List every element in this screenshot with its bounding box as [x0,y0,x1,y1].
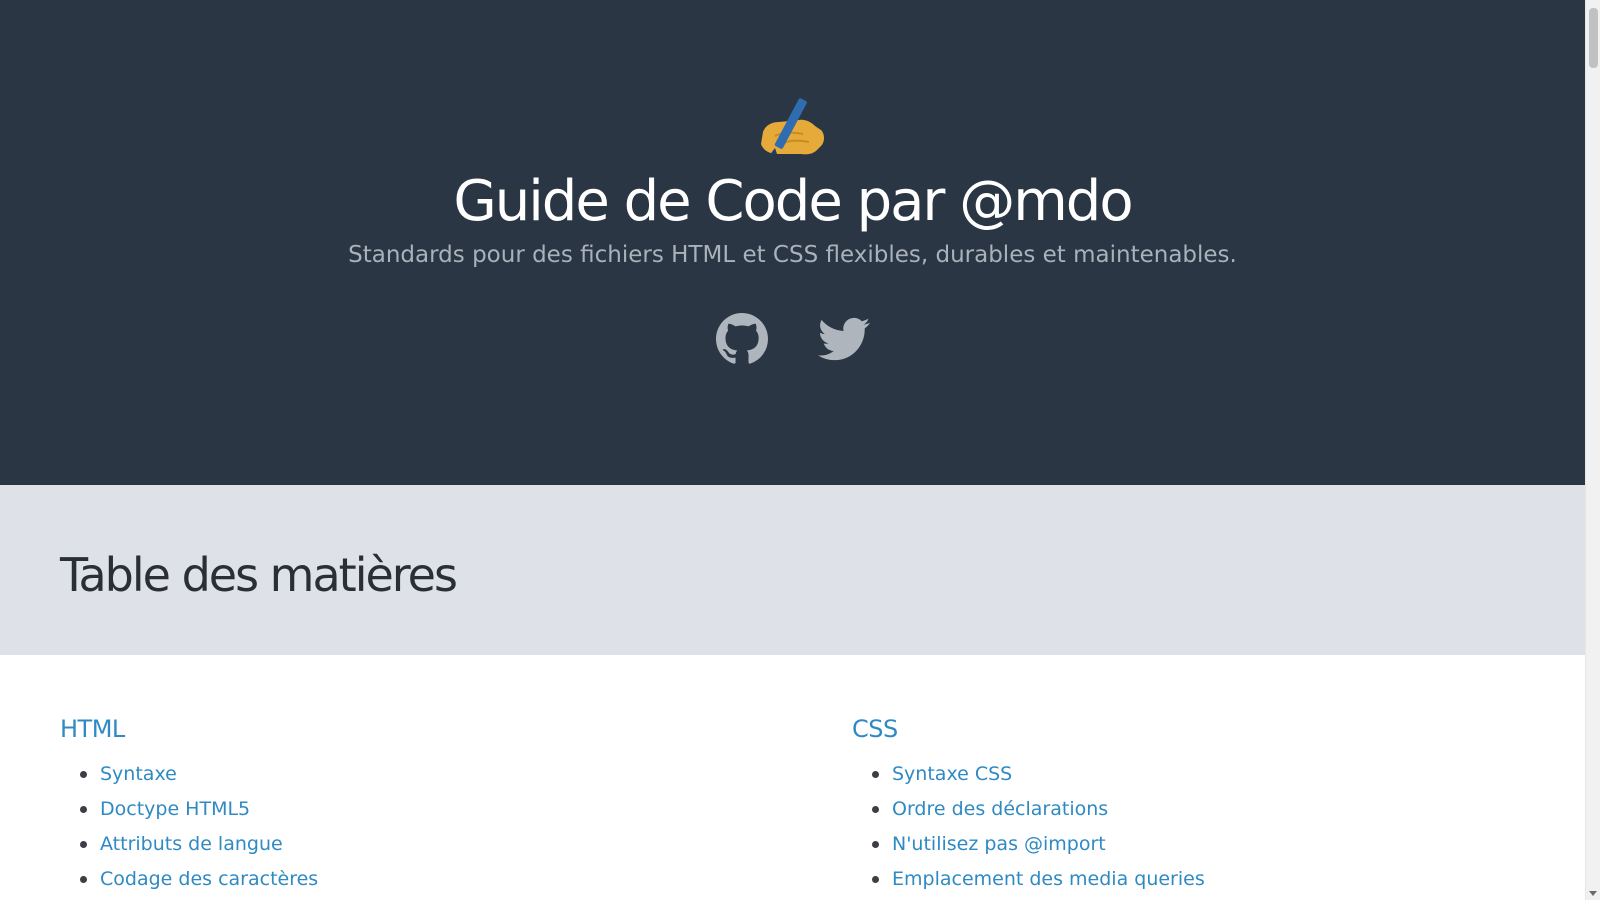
toc-body: HTML Syntaxe Doctype HTML5 Attributs de … [0,655,1585,900]
masthead: Guide de Code par @mdo Standards pour de… [0,0,1585,485]
page: Guide de Code par @mdo Standards pour de… [0,0,1585,900]
list-item: Attributs de langue [80,827,760,862]
writing-hand-icon [755,92,827,160]
list-item: Codage des caractères [80,862,760,897]
toc-title-band: Table des matières [0,485,1585,655]
toc-heading-html[interactable]: HTML [60,713,125,745]
toc-section-css: CSS Syntaxe CSS Ordre des déclarations N… [852,713,1552,897]
scroll-down-arrow-icon[interactable] [1589,891,1597,896]
toc-title: Table des matières [60,548,458,602]
twitter-icon [817,317,870,361]
toc-link[interactable]: Syntaxe [100,763,177,785]
toc-section-html: HTML Syntaxe Doctype HTML5 Attributs de … [60,713,760,897]
list-item: Emplacement des media queries [872,862,1552,897]
site-title: Guide de Code par @mdo [453,169,1133,234]
vertical-scrollbar[interactable] [1585,0,1600,900]
toc-link[interactable]: Doctype HTML5 [100,798,250,820]
list-item: Syntaxe CSS [872,757,1552,792]
github-link[interactable] [715,313,768,365]
toc-heading-css[interactable]: CSS [852,713,898,745]
toc-link[interactable]: Syntaxe CSS [892,763,1012,785]
social-links [0,313,1585,365]
toc-link[interactable]: N'utilisez pas @import [892,833,1106,855]
list-item: Syntaxe [80,757,760,792]
toc-link[interactable]: Attributs de langue [100,833,283,855]
toc-link[interactable]: Codage des caractères [100,868,318,890]
list-item: N'utilisez pas @import [872,827,1552,862]
scrollbar-thumb[interactable] [1589,8,1598,68]
twitter-link[interactable] [817,313,870,365]
site-subtitle: Standards pour des fichiers HTML et CSS … [348,242,1237,268]
github-icon [715,313,768,364]
list-item: Doctype HTML5 [80,792,760,827]
list-item: Ordre des déclarations [872,792,1552,827]
toc-list-css: Syntaxe CSS Ordre des déclarations N'uti… [852,757,1552,897]
toc-link[interactable]: Emplacement des media queries [892,868,1205,890]
toc-list-html: Syntaxe Doctype HTML5 Attributs de langu… [60,757,760,897]
toc-link[interactable]: Ordre des déclarations [892,798,1108,820]
